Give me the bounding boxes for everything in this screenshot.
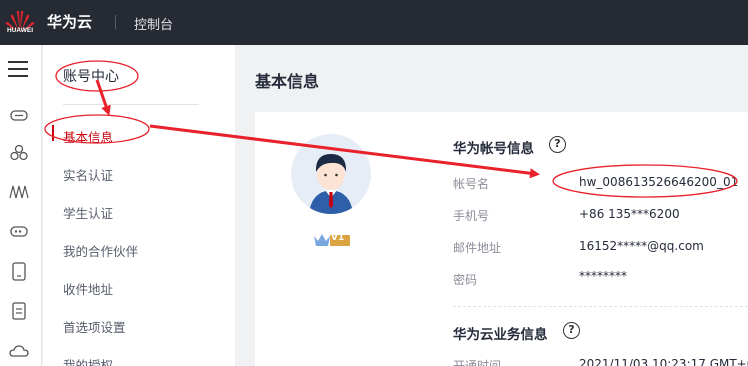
top-bar: HUAWEI 华为云 控制台 (0, 0, 748, 45)
help-icon[interactable]: ? (549, 136, 566, 153)
mobile-icon[interactable] (8, 261, 30, 281)
page-title: 基本信息 (255, 72, 320, 91)
console-link[interactable]: 控制台 (134, 14, 173, 33)
account-center-menu: 账号中心 基本信息 实名认证 学生认证 我的合作伙伴 收件地址 首选项设置 我的… (43, 45, 235, 366)
menu-item-partners[interactable]: 我的合作伙伴 (63, 241, 138, 260)
menu-divider (63, 104, 199, 105)
field-value-open-time: 2021/11/03 10:23:17 GMT+08:0 (579, 357, 748, 366)
cloud-server-icon[interactable] (8, 105, 30, 125)
divider (115, 15, 116, 29)
menu-icon[interactable] (8, 61, 28, 77)
field-label-account: 帐号名 (453, 177, 490, 191)
user-avatar-icon (309, 154, 353, 214)
vip-level-label: V1 (331, 233, 345, 243)
info-card: V1 华为帐号信息 ? 帐号名 hw_008613526646200_01 手机… (255, 112, 748, 366)
business-section-title: 华为云业务信息 (453, 327, 548, 343)
field-value-password: ******** (579, 269, 627, 283)
active-indicator (52, 125, 54, 141)
storage-icon[interactable] (8, 221, 30, 241)
document-icon[interactable] (8, 301, 30, 321)
cloud-icon[interactable] (8, 341, 30, 361)
menu-item-real-name[interactable]: 实名认证 (63, 165, 113, 184)
field-label-password: 密码 (453, 273, 478, 287)
brand-name[interactable]: 华为云 (47, 11, 92, 32)
service-icon-bar (0, 45, 42, 366)
field-label-email: 邮件地址 (453, 241, 502, 255)
menu-item-address[interactable]: 收件地址 (63, 279, 113, 298)
field-label-open-time: 开通时间 (453, 359, 502, 366)
menu-title: 账号中心 (63, 69, 119, 85)
field-label-phone: 手机号 (453, 209, 490, 223)
field-value-account: hw_008613526646200_01 (579, 175, 739, 189)
menu-item-authorization[interactable]: 我的授权 (63, 355, 113, 366)
section-divider (453, 306, 748, 307)
logo-text: HUAWEI (7, 27, 33, 34)
menu-item-student[interactable]: 学生认证 (63, 203, 113, 222)
help-icon[interactable]: ? (563, 322, 580, 339)
cluster-icon[interactable] (8, 143, 30, 163)
avatar[interactable] (291, 134, 371, 214)
account-section-title: 华为帐号信息 (453, 141, 534, 157)
menu-item-basic-info[interactable]: 基本信息 (63, 127, 113, 146)
menu-item-preferences[interactable]: 首选项设置 (63, 317, 126, 336)
field-value-email: 16152*****@qq.com (579, 239, 704, 253)
main-content: 基本信息 V1 华为帐号信息 ? 帐号名 hw_008613526646200_… (235, 45, 748, 366)
monitor-icon[interactable] (8, 182, 30, 202)
field-value-phone: +86 135***6200 (579, 207, 680, 221)
